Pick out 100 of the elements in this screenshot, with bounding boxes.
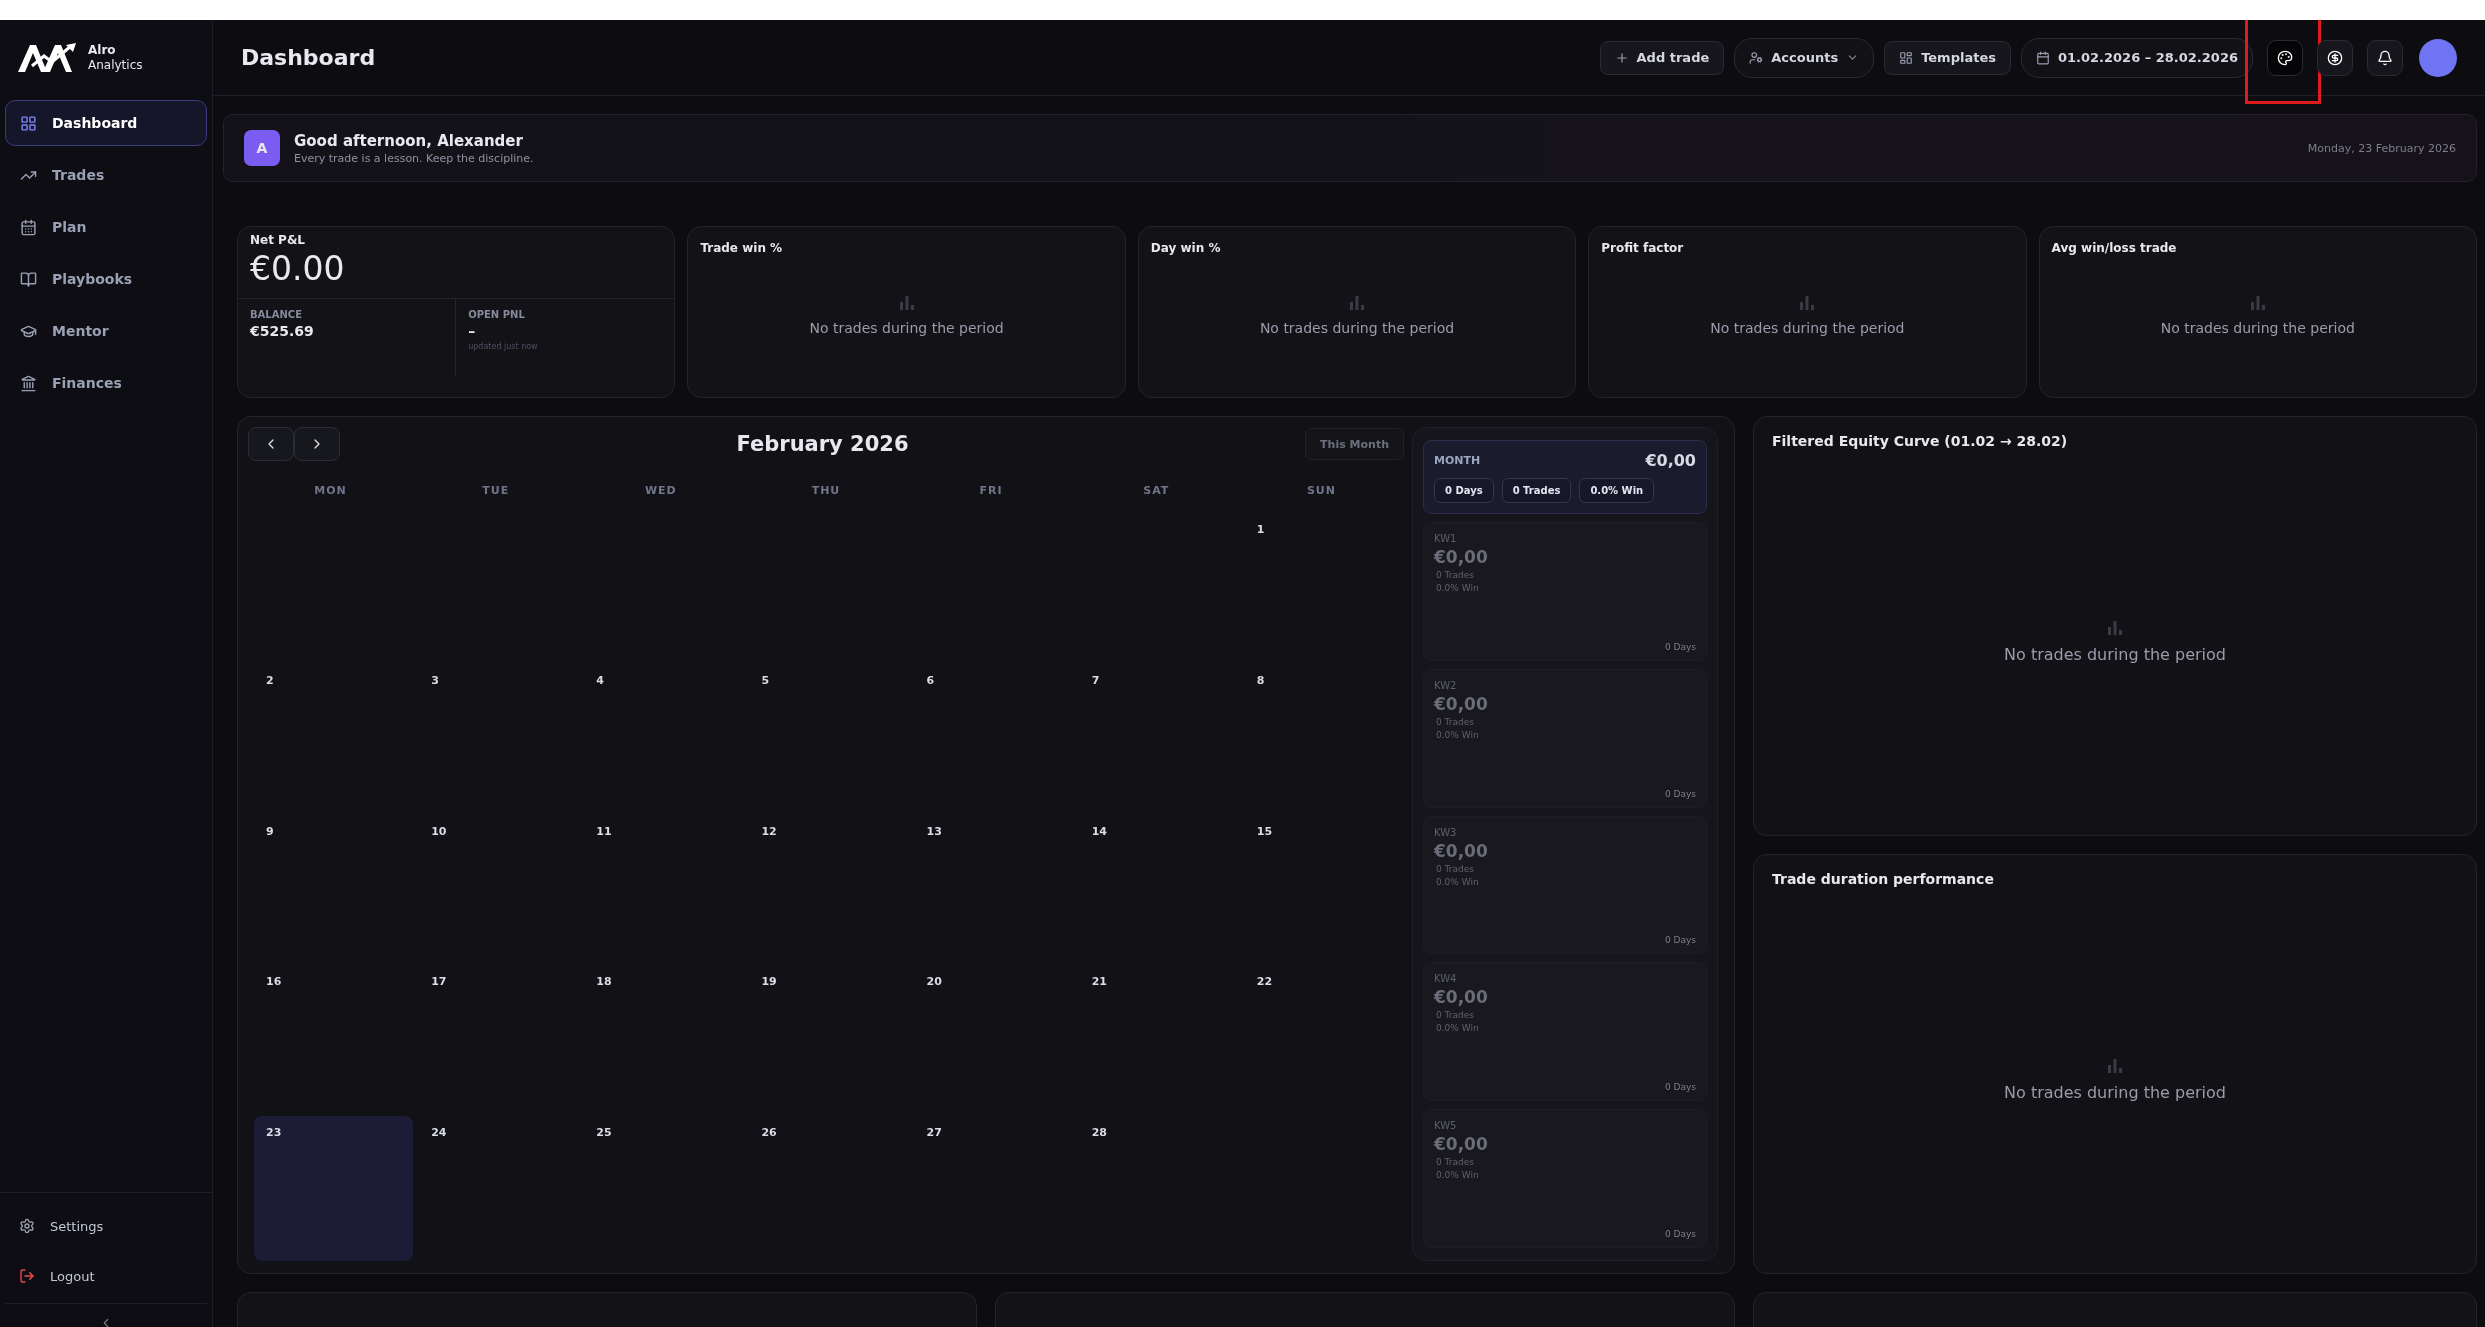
week-win-rate: 0.0% Win <box>1435 876 1480 887</box>
sidebar-item[interactable]: Plan <box>5 204 207 250</box>
weekday-label: THU <box>810 483 842 497</box>
calendar-day[interactable]: 24 <box>419 1116 579 1261</box>
settings-icon <box>19 1218 35 1234</box>
weekday-label: SUN <box>1305 483 1337 497</box>
week-trades: 0 Trades <box>1435 1157 1475 1168</box>
calendar-day[interactable]: 8 <box>1244 663 1404 809</box>
weekday-label: WED <box>643 483 678 497</box>
calendar-day[interactable]: 17 <box>419 965 579 1111</box>
calendar-day[interactable]: 4 <box>584 663 744 809</box>
sidebar-item[interactable]: Finances <box>5 360 207 406</box>
logout-icon <box>19 1268 35 1284</box>
calendar-day[interactable]: 16 <box>254 965 414 1111</box>
open-pnl-label: OPEN PNL <box>468 309 526 320</box>
week-days: 0 Days <box>1434 1229 1696 1239</box>
calendar-day[interactable]: 2 <box>254 663 414 809</box>
calendar-day[interactable]: 5 <box>749 663 909 809</box>
sidebar-item[interactable]: Mentor <box>5 308 207 354</box>
week-days: 0 Days <box>1434 641 1696 652</box>
month-value: €0,00 <box>1645 451 1696 470</box>
week-value: €0,00 <box>1434 840 1489 861</box>
empty-message: No trades during the period <box>809 320 1004 336</box>
kpi-title: Trade win % <box>699 240 784 255</box>
calendar-day[interactable]: 20 <box>914 965 1074 1111</box>
weekday-label: MON <box>313 483 348 497</box>
calendar-day[interactable]: 9 <box>254 814 414 960</box>
calendar-day[interactable]: 14 <box>1079 814 1239 960</box>
empty-message: No trades during the period <box>2160 320 2355 336</box>
week-trades: 0 Trades <box>1435 716 1475 727</box>
profile-avatar[interactable] <box>2419 38 2457 77</box>
balance-value: €525.69 <box>250 323 315 339</box>
page-title: Dashboard <box>241 45 376 70</box>
greeting-title: Good afternoon, Alexander <box>294 131 524 150</box>
week-label: KW1 <box>1434 533 1458 544</box>
add-icon <box>1614 50 1629 65</box>
calendar-day[interactable]: 6 <box>914 663 1074 809</box>
calendar-day[interactable]: 22 <box>1244 965 1404 1111</box>
calendar-day[interactable]: 28 <box>1079 1116 1239 1261</box>
bar-chart-icon <box>2107 1058 2123 1073</box>
bar-chart-icon <box>1349 296 1365 310</box>
week-trades: 0 Trades <box>1435 1010 1475 1021</box>
sidebar-item[interactable]: Dashboard <box>5 100 207 146</box>
header-button[interactable]: Templates <box>1884 40 2011 75</box>
kpi-title: Profit factor <box>1600 240 1685 255</box>
calendar-day[interactable]: 25 <box>584 1116 744 1261</box>
calendar-day[interactable]: 21 <box>1079 965 1239 1111</box>
weekday-label: TUE <box>481 483 511 497</box>
week-days: 0 Days <box>1434 788 1696 799</box>
empty-message: No trades during the period <box>1259 320 1455 336</box>
month-label: MONTH <box>1434 454 1481 467</box>
date-range-button[interactable]: 01.02.2026 – 28.02.2026 <box>2020 37 2253 78</box>
weekday-label: FRI <box>978 483 1004 497</box>
bell-button[interactable] <box>2367 39 2403 76</box>
week-days: 0 Days <box>1434 1082 1696 1093</box>
dollar-icon <box>2327 49 2343 66</box>
empty-message: No trades during the period <box>2004 644 2226 664</box>
greeting-subtitle: Every trade is a lesson. Keep the discipline. <box>294 151 535 165</box>
sidebar-item[interactable]: Playbooks <box>5 256 207 302</box>
calendar-day[interactable]: 1 <box>1244 513 1404 658</box>
nav-icon <box>20 270 37 288</box>
calendar-day[interactable]: 23 <box>254 1116 414 1261</box>
this-month-button[interactable]: This Month <box>1305 428 1404 460</box>
header-button[interactable]: Accounts <box>1734 37 1875 78</box>
date-icon <box>2035 50 2050 65</box>
week-win-rate: 0.0% Win <box>1435 583 1480 593</box>
templates-icon <box>1899 50 1914 65</box>
week-value: €0,00 <box>1434 987 1489 1008</box>
week-win-rate: 0.0% Win <box>1435 1170 1480 1181</box>
stat-chip: 0 Days <box>1434 478 1494 503</box>
calendar-day[interactable]: 15 <box>1244 814 1404 960</box>
palette-button[interactable] <box>2267 39 2303 76</box>
accounts-icon <box>1749 50 1764 65</box>
header-button[interactable]: Add trade <box>1599 40 1725 75</box>
bar-chart-icon <box>898 296 915 310</box>
sidebar-item[interactable]: Trades <box>5 152 207 198</box>
calendar-day[interactable]: 27 <box>914 1116 1074 1261</box>
calendar-day[interactable]: 13 <box>914 814 1074 960</box>
calendar-day[interactable]: 26 <box>749 1116 909 1261</box>
kpi-title: Avg win/loss trade <box>2050 240 2178 255</box>
nav-icon <box>20 374 37 392</box>
current-date: Monday, 23 February 2026 <box>2307 141 2456 155</box>
nav-icon <box>20 114 37 132</box>
sidebar-item[interactable]: Logout <box>5 1253 207 1299</box>
week-days: 0 Days <box>1434 935 1696 946</box>
dollar-button[interactable] <box>2317 39 2353 76</box>
empty-message: No trades during the period <box>2004 1082 2226 1102</box>
calendar-day[interactable]: 18 <box>584 965 744 1111</box>
sidebar-item[interactable]: Settings <box>5 1203 207 1249</box>
week-label: KW4 <box>1434 973 1458 985</box>
kpi-value: €0.00 <box>238 247 675 299</box>
balance-label: BALANCE <box>250 309 303 320</box>
calendar-day[interactable]: 19 <box>749 965 909 1111</box>
calendar-day[interactable]: 7 <box>1079 663 1239 809</box>
calendar-day[interactable]: 3 <box>419 663 579 809</box>
calendar-day[interactable]: 10 <box>419 814 579 960</box>
calendar-day[interactable]: 12 <box>749 814 909 960</box>
updated-note: updated just now <box>468 342 539 351</box>
week-label: KW3 <box>1434 826 1458 838</box>
calendar-day[interactable]: 11 <box>584 814 744 960</box>
